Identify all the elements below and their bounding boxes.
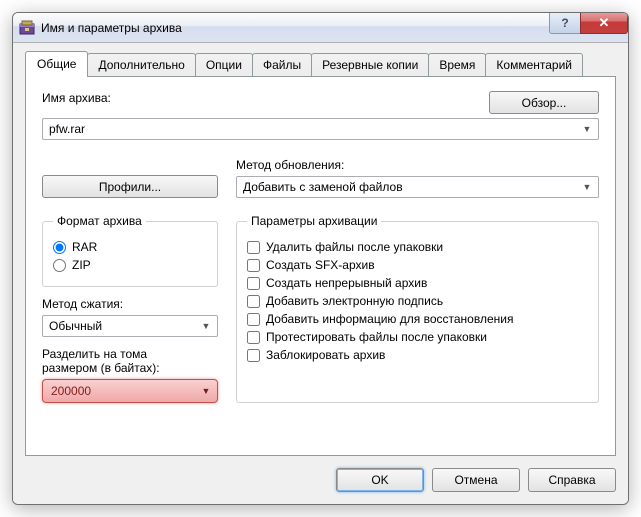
- param-label: Удалить файлы после упаковки: [266, 240, 443, 254]
- split-label: Разделить на тома размером (в байтах):: [42, 347, 218, 375]
- help-icon: ?: [561, 16, 568, 30]
- split-size-combo[interactable]: 200000 ▼: [42, 379, 218, 403]
- chevron-down-icon: ▼: [580, 124, 594, 134]
- format-legend: Формат архива: [53, 214, 146, 228]
- tab-files[interactable]: Файлы: [252, 53, 312, 76]
- archive-name-combo[interactable]: pfw.rar ▼: [42, 118, 599, 140]
- param-label: Добавить информацию для восстановления: [266, 312, 513, 326]
- titlebar: Имя и параметры архива ? ✕: [13, 13, 628, 43]
- param-lock-checkbox[interactable]: [247, 349, 260, 362]
- app-icon: [19, 20, 35, 36]
- window-title: Имя и параметры архива: [41, 21, 549, 35]
- dialog-footer: OK Отмена Справка: [25, 468, 616, 492]
- close-icon: ✕: [599, 15, 610, 31]
- titlebar-buttons: ? ✕: [549, 13, 628, 42]
- tab-panel-general: Имя архива: Обзор... pfw.rar ▼ Профили..…: [25, 76, 616, 456]
- param-label: Создать SFX-архив: [266, 258, 375, 272]
- param-recovery-checkbox[interactable]: [247, 313, 260, 326]
- profiles-button[interactable]: Профили...: [42, 175, 218, 198]
- param-solid-checkbox[interactable]: [247, 277, 260, 290]
- tab-advanced[interactable]: Дополнительно: [87, 53, 195, 76]
- tab-general[interactable]: Общие: [25, 51, 88, 77]
- format-rar-radio[interactable]: [53, 241, 66, 254]
- chevron-down-icon: ▼: [580, 182, 594, 192]
- cancel-button[interactable]: Отмена: [432, 468, 520, 492]
- help-footer-button[interactable]: Справка: [528, 468, 616, 492]
- archive-name-label: Имя архива:: [42, 91, 111, 105]
- param-label: Протестировать файлы после упаковки: [266, 330, 487, 344]
- format-rar-label: RAR: [72, 240, 97, 254]
- help-button[interactable]: ?: [549, 12, 581, 34]
- close-button[interactable]: ✕: [580, 12, 628, 34]
- tab-time[interactable]: Время: [428, 53, 486, 76]
- param-sfx-checkbox[interactable]: [247, 259, 260, 272]
- params-legend: Параметры архивации: [247, 214, 381, 228]
- tab-backup[interactable]: Резервные копии: [311, 53, 429, 76]
- param-test-checkbox[interactable]: [247, 331, 260, 344]
- param-delete-after-checkbox[interactable]: [247, 241, 260, 254]
- update-method-value: Добавить с заменой файлов: [243, 180, 580, 194]
- params-fieldset: Параметры архивации Удалить файлы после …: [236, 214, 599, 403]
- browse-button[interactable]: Обзор...: [489, 91, 599, 114]
- param-auth-checkbox[interactable]: [247, 295, 260, 308]
- ok-button[interactable]: OK: [336, 468, 424, 492]
- param-label: Заблокировать архив: [266, 348, 385, 362]
- compression-label: Метод сжатия:: [42, 297, 218, 311]
- param-label: Создать непрерывный архив: [266, 276, 427, 290]
- compression-combo[interactable]: Обычный ▼: [42, 315, 218, 337]
- update-method-combo[interactable]: Добавить с заменой файлов ▼: [236, 176, 599, 198]
- dialog-window: Имя и параметры архива ? ✕ Общие Дополни…: [12, 12, 629, 505]
- compression-value: Обычный: [49, 319, 199, 333]
- tabs: Общие Дополнительно Опции Файлы Резервны…: [25, 53, 616, 76]
- split-size-value: 200000: [51, 384, 199, 398]
- chevron-down-icon: ▼: [199, 321, 213, 331]
- tab-options[interactable]: Опции: [195, 53, 253, 76]
- format-fieldset: Формат архива RAR ZIP: [42, 214, 218, 287]
- format-zip-label: ZIP: [72, 258, 91, 272]
- chevron-down-icon: ▼: [199, 386, 213, 396]
- param-label: Добавить электронную подпись: [266, 294, 443, 308]
- archive-name-value: pfw.rar: [49, 122, 580, 136]
- format-zip-radio[interactable]: [53, 259, 66, 272]
- update-method-label: Метод обновления:: [236, 158, 599, 172]
- content-area: Общие Дополнительно Опции Файлы Резервны…: [13, 43, 628, 504]
- tab-comment[interactable]: Комментарий: [485, 53, 583, 76]
